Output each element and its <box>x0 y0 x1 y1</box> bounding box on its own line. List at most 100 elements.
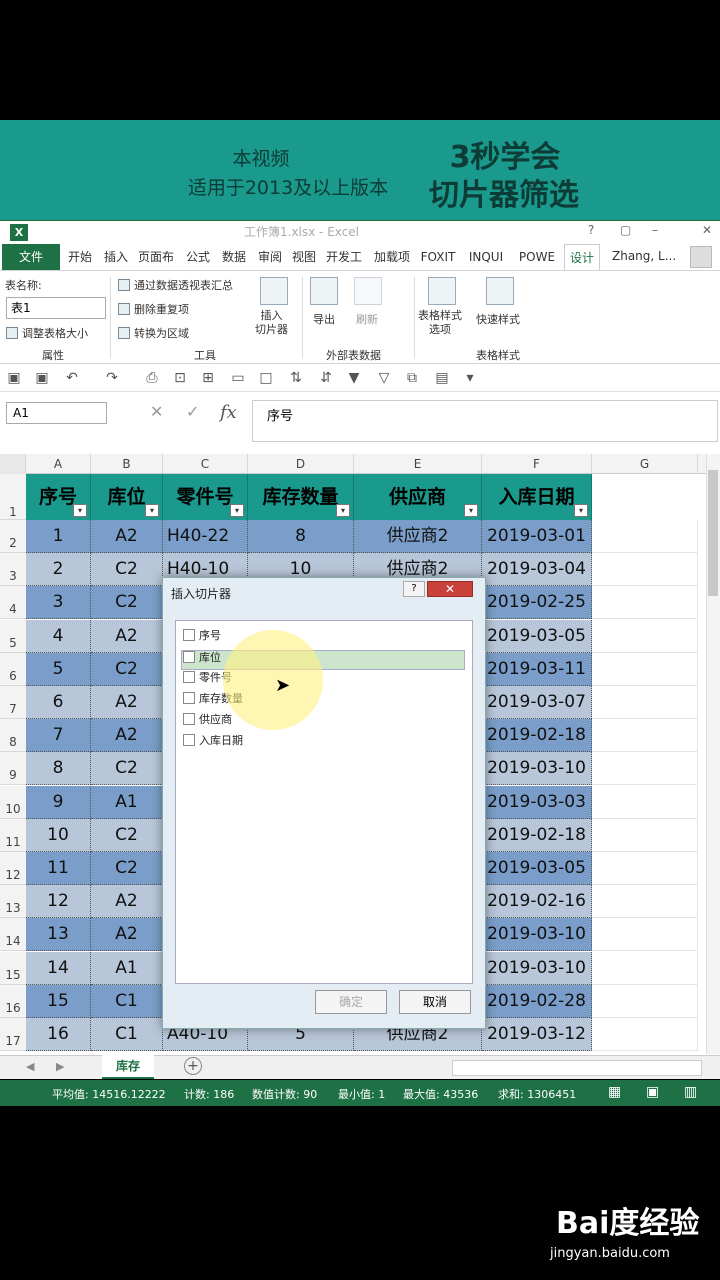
row-header[interactable]: 15 <box>0 951 26 985</box>
sheet-tab-inventory[interactable]: 库存 <box>102 1055 154 1079</box>
cell-empty[interactable] <box>592 1018 698 1051</box>
tab-power[interactable]: POWE <box>516 244 558 270</box>
cell-date[interactable]: 2019-02-18 <box>482 818 592 852</box>
resize-table-button[interactable]: 调整表格大小 <box>6 325 88 341</box>
cell-date[interactable]: 2019-03-03 <box>482 785 592 819</box>
cell-id[interactable]: 7 <box>26 719 91 753</box>
dialog-help-button[interactable]: ? <box>403 581 425 597</box>
cell-location[interactable]: A2 <box>91 520 163 553</box>
tab-developer[interactable]: 开发工 <box>322 244 366 270</box>
header-cell-location[interactable]: 库位 ▾ <box>91 474 163 520</box>
cell-id[interactable]: 14 <box>26 951 91 985</box>
export-icon[interactable] <box>310 277 338 305</box>
tab-page-layout[interactable]: 页面布 <box>136 244 176 270</box>
cell-empty[interactable] <box>592 686 698 719</box>
cell-id[interactable]: 5 <box>26 652 91 686</box>
column-header-d[interactable]: D <box>248 454 354 474</box>
cell-location[interactable]: C1 <box>91 984 163 1018</box>
table-style-options-icon[interactable] <box>428 277 456 305</box>
header-cell-id[interactable]: 序号 ▾ <box>26 474 91 520</box>
cell-qty[interactable]: 8 <box>248 520 354 553</box>
save-icon[interactable]: ▣ <box>6 370 22 386</box>
cancel-icon[interactable]: ✕ <box>150 402 163 421</box>
remove-duplicates-button[interactable]: 删除重复项 <box>118 301 189 317</box>
quick-styles-icon[interactable] <box>486 277 514 305</box>
cell-empty[interactable] <box>592 752 698 786</box>
cell-date[interactable]: 2019-02-28 <box>482 984 592 1018</box>
row-header[interactable]: 4 <box>0 586 26 620</box>
row-header[interactable]: 2 <box>0 520 26 553</box>
cell-location[interactable]: C2 <box>91 553 163 587</box>
enter-icon[interactable]: ✓ <box>186 402 199 421</box>
name-box[interactable]: A1 <box>6 402 107 424</box>
format-icon[interactable]: ▤ <box>434 370 450 386</box>
cell-id[interactable]: 8 <box>26 752 91 786</box>
select-all-button[interactable] <box>0 454 26 474</box>
row-header[interactable]: 12 <box>0 852 26 885</box>
tab-foxit[interactable]: FOXIT <box>418 244 458 270</box>
refresh-icon[interactable] <box>354 277 382 305</box>
row-header[interactable]: 17 <box>0 1018 26 1051</box>
tab-insert[interactable]: 插入 <box>100 244 132 270</box>
cell-location[interactable]: C2 <box>91 652 163 686</box>
insert-slicer-button[interactable]: 插入 切片器 <box>255 309 288 337</box>
cell-id[interactable]: 3 <box>26 586 91 620</box>
row-header[interactable]: 1 <box>0 474 26 520</box>
cell-location[interactable]: A2 <box>91 686 163 719</box>
cell-empty[interactable] <box>592 918 698 952</box>
row-header[interactable]: 9 <box>0 752 26 786</box>
column-header-f[interactable]: F <box>482 454 592 474</box>
cell-empty[interactable] <box>592 951 698 985</box>
header-cell-date[interactable]: 入库日期 ▾ <box>482 474 592 520</box>
row-header[interactable]: 3 <box>0 553 26 587</box>
sort-desc-icon[interactable]: ⇵ <box>318 370 334 386</box>
field-option-supplier[interactable]: 供应商 <box>183 710 465 730</box>
checkbox-location[interactable] <box>183 651 195 663</box>
share-icon[interactable]: ⊞ <box>200 370 216 386</box>
cell-location[interactable]: C1 <box>91 1018 163 1051</box>
cell-location[interactable]: A2 <box>91 619 163 653</box>
filter-dropdown-icon[interactable]: ▾ <box>230 504 244 517</box>
cell-empty[interactable] <box>592 553 698 587</box>
cell-date[interactable]: 2019-02-18 <box>482 719 592 753</box>
formula-input[interactable]: 序号 <box>252 400 718 442</box>
filter-dropdown-icon[interactable]: ▾ <box>145 504 159 517</box>
ok-button[interactable]: 确定 <box>315 990 387 1014</box>
cell-location[interactable]: C2 <box>91 752 163 786</box>
cell-id[interactable]: 2 <box>26 553 91 587</box>
add-sheet-icon[interactable]: + <box>184 1057 202 1075</box>
undo-icon[interactable]: ↶ <box>64 370 80 386</box>
dialog-close-button[interactable]: ✕ <box>427 581 473 597</box>
cell-date[interactable]: 2019-03-05 <box>482 852 592 885</box>
filter-dropdown-icon[interactable]: ▾ <box>464 504 478 517</box>
cell-empty[interactable] <box>592 818 698 852</box>
cell-id[interactable]: 9 <box>26 785 91 819</box>
normal-view-icon[interactable]: ▦ <box>608 1084 621 1100</box>
insert-function-icon[interactable]: fx <box>220 402 237 423</box>
checkbox-qty[interactable] <box>183 692 195 704</box>
cell-empty[interactable] <box>592 520 698 553</box>
cell-supplier[interactable]: 供应商2 <box>354 520 482 553</box>
tab-design[interactable]: 设计 <box>564 244 600 270</box>
column-header-c[interactable]: C <box>163 454 248 474</box>
cell-date[interactable]: 2019-03-04 <box>482 553 592 587</box>
cell-empty[interactable] <box>592 885 698 919</box>
row-header[interactable]: 6 <box>0 652 26 686</box>
quick-styles-button[interactable]: 快速样式 <box>476 311 520 327</box>
avatar[interactable] <box>690 246 712 268</box>
cell-date[interactable]: 2019-03-12 <box>482 1018 592 1051</box>
row-header[interactable]: 10 <box>0 785 26 819</box>
next-sheet-icon[interactable]: ▶ <box>56 1060 64 1073</box>
user-name[interactable]: Zhang, L... <box>612 249 676 263</box>
tab-formulas[interactable]: 公式 <box>182 244 214 270</box>
cell-id[interactable]: 15 <box>26 984 91 1018</box>
cell-date[interactable]: 2019-03-10 <box>482 752 592 786</box>
convert-to-range-button[interactable]: 转换为区域 <box>118 325 189 341</box>
refresh-button[interactable]: 刷新 <box>356 311 378 327</box>
tab-file[interactable]: 文件 <box>2 244 60 270</box>
page-layout-view-icon[interactable]: ▣ <box>646 1084 659 1100</box>
cell-empty[interactable] <box>592 785 698 819</box>
cell-location[interactable]: A1 <box>91 785 163 819</box>
table-name-input[interactable]: 表1 <box>6 297 106 319</box>
cell-date[interactable]: 2019-03-10 <box>482 951 592 985</box>
